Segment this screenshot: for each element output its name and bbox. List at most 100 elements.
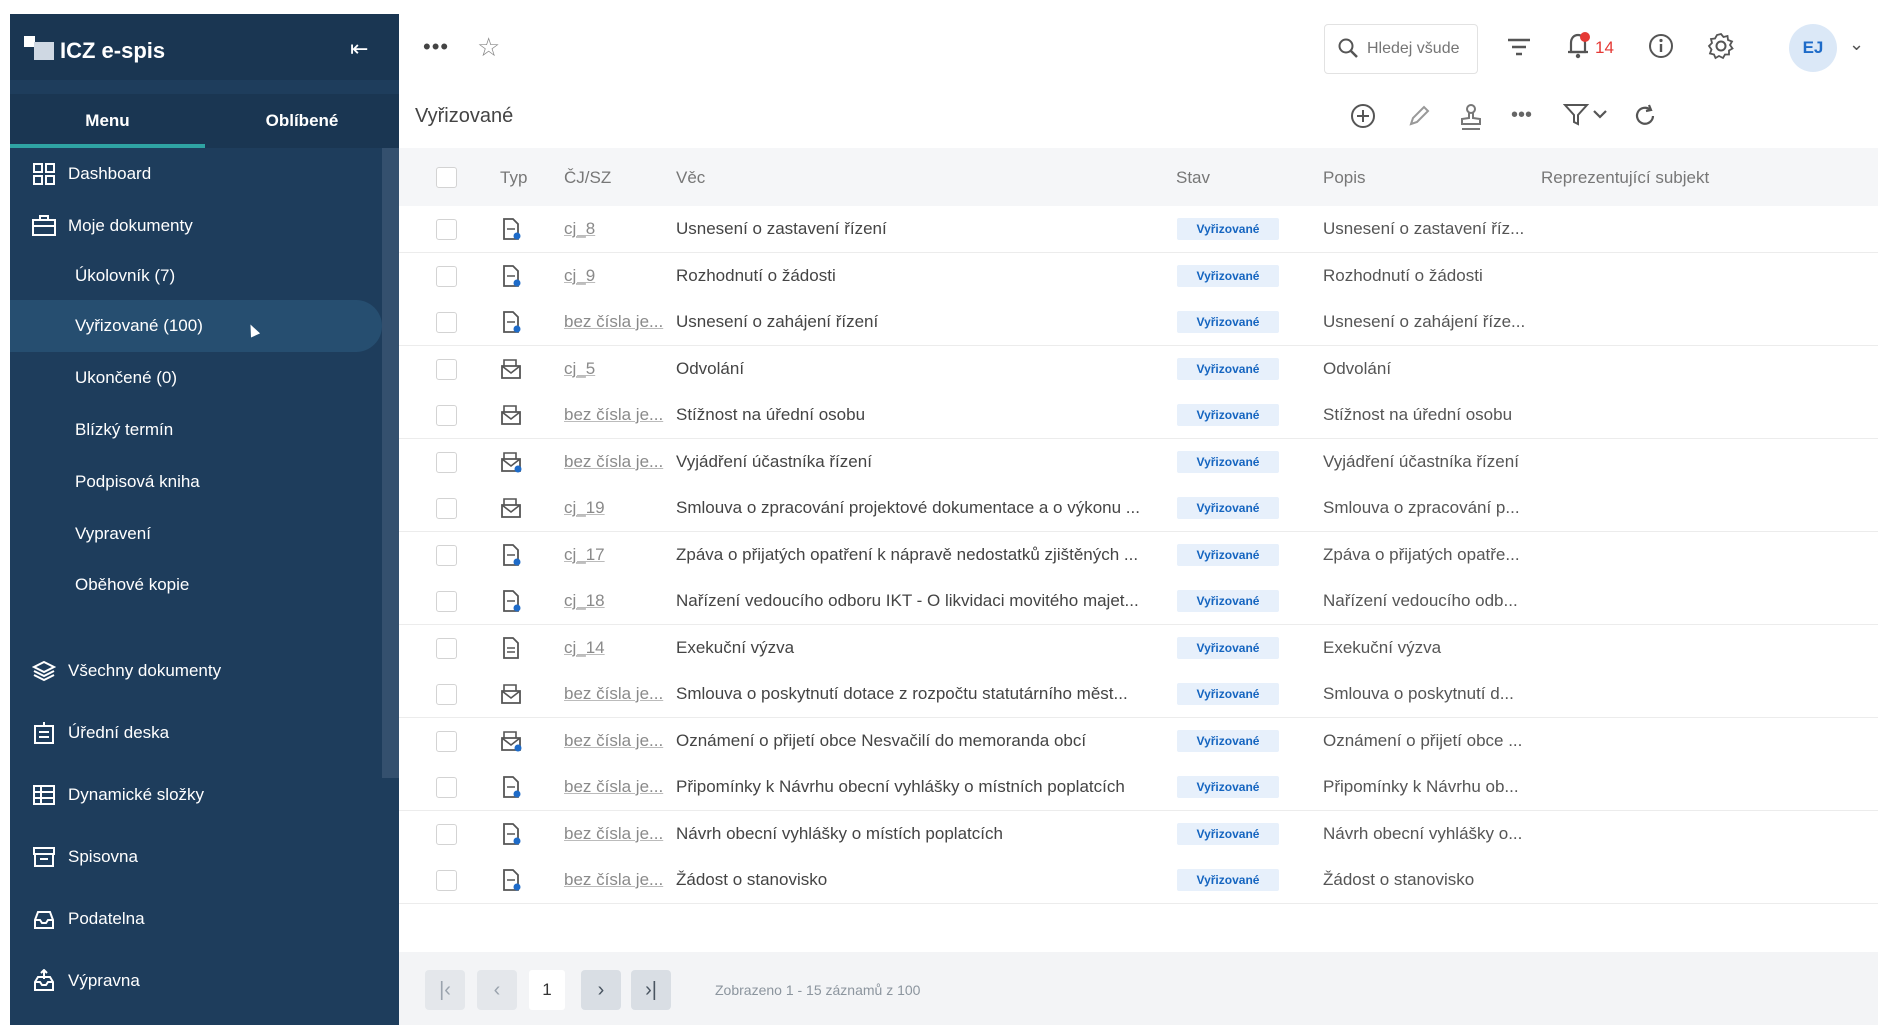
star-icon[interactable]: ☆ [477, 32, 500, 63]
sidebar-item-vypraveni[interactable]: Vypravení [10, 508, 382, 560]
cj-link[interactable]: cj_8 [564, 219, 595, 239]
table-row[interactable]: cj_18 Nařízení vedoucího odboru IKT - O l… [399, 578, 1878, 625]
cj-link[interactable]: bez čísla je... [564, 312, 663, 332]
status-badge: Vyřizované [1177, 869, 1279, 891]
next-page-button[interactable]: › [581, 970, 621, 1010]
cj-link[interactable]: bez čísla je... [564, 405, 663, 425]
table-row[interactable]: cj_5 Odvolání Vyřizované Odvolání [399, 345, 1878, 393]
table-row[interactable]: bez čísla je... Stížnost na úřední osobu V… [399, 392, 1878, 439]
sidebar-item-podatelna[interactable]: Podatelna [10, 893, 382, 945]
row-checkbox[interactable] [436, 544, 457, 566]
cj-link[interactable]: bez čísla je... [564, 870, 663, 890]
cj-link[interactable]: bez čísla je... [564, 777, 663, 797]
status-badge: Vyřizované [1177, 497, 1279, 519]
tab-favorites[interactable]: Oblíbené [205, 94, 399, 148]
cj-link[interactable]: bez čísla je... [564, 684, 663, 704]
cj-link[interactable]: cj_18 [564, 591, 605, 611]
briefcase-icon [30, 212, 58, 240]
cj-link[interactable]: cj_9 [564, 266, 595, 286]
column-header-popis[interactable]: Popis [1323, 168, 1366, 188]
sidebar-item-ukoncene[interactable]: Ukončené (0) [10, 352, 382, 404]
gear-icon[interactable] [1707, 32, 1735, 65]
edit-pencil-icon[interactable] [1405, 102, 1433, 135]
row-checkbox[interactable] [436, 684, 457, 705]
cj-link[interactable]: bez čísla je... [564, 731, 663, 751]
sidebar-scrollbar[interactable] [382, 148, 399, 778]
sidebar-item-ukolovnik[interactable]: Úkolovník (7) [10, 250, 382, 302]
sidebar-item-dashboard[interactable]: Dashboard [10, 148, 382, 200]
popis-cell: Žádost o stanovisko [1323, 870, 1475, 889]
tab-menu[interactable]: Menu [10, 94, 205, 148]
cj-link[interactable]: cj_14 [564, 638, 605, 658]
sidebar-item-moje-dokumenty[interactable]: Moje dokumenty [10, 200, 382, 252]
sidebar-item-blizky-termin[interactable]: Blízký termín [10, 404, 382, 456]
table-row[interactable]: bez čísla je... Oznámení o přijetí obce N… [399, 717, 1878, 765]
row-checkbox[interactable] [436, 730, 457, 752]
select-all-checkbox[interactable] [436, 167, 457, 188]
table-row[interactable]: cj_8 Usnesení o zastavení řízení Vyřizovan… [399, 206, 1878, 253]
cj-link[interactable]: cj_19 [564, 498, 605, 518]
sidebar-item-uredni-deska[interactable]: Úřední deska [10, 707, 382, 759]
sidebar-item-spisovna[interactable]: Spisovna [10, 831, 382, 883]
cj-link[interactable]: bez čísla je... [564, 452, 663, 472]
filter-icon[interactable] [1562, 102, 1611, 133]
cj-link[interactable]: bez čísla je... [564, 824, 663, 844]
sidebar-item-label: Ukončené (0) [75, 368, 178, 387]
last-page-button[interactable]: ›| [631, 970, 671, 1010]
cj-link[interactable]: cj_17 [564, 545, 605, 565]
first-page-button[interactable]: |‹ [425, 970, 465, 1010]
column-header-typ[interactable]: Typ [500, 168, 527, 188]
row-checkbox[interactable] [436, 498, 457, 519]
table-row[interactable]: bez čísla je... Návrh obecní vyhlášky o m… [399, 810, 1878, 858]
row-checkbox[interactable] [436, 823, 457, 845]
row-checkbox[interactable] [436, 777, 457, 798]
more-actions-icon[interactable]: ••• [1511, 104, 1532, 127]
more-icon[interactable]: ••• [423, 34, 449, 60]
chevron-down-icon[interactable]: ⌄ [1849, 34, 1864, 55]
table-row[interactable]: bez čísla je... Vyjádření účastníka řízen… [399, 438, 1878, 486]
table-row[interactable]: bez čísla je... Připomínky k Návrhu obecn… [399, 764, 1878, 811]
table-row[interactable]: cj_19 Smlouva o zpracování projektové dok… [399, 485, 1878, 532]
document-icon [500, 264, 522, 288]
row-checkbox[interactable] [436, 358, 457, 380]
notification-bell-icon[interactable] [1564, 30, 1592, 65]
info-icon[interactable] [1647, 32, 1675, 65]
table-row[interactable]: cj_17 Zpáva o přijatých opatření k náprav… [399, 531, 1878, 579]
envelope-document-icon [500, 403, 522, 427]
prev-page-button[interactable]: ‹ [477, 970, 517, 1010]
add-circle-icon[interactable] [1349, 102, 1377, 135]
column-header-subjekt[interactable]: Reprezentující subjekt [1541, 168, 1709, 188]
sidebar-item-vyrizovane[interactable]: Vyřizované (100) [10, 300, 382, 352]
row-checkbox[interactable] [436, 265, 457, 287]
stamp-icon[interactable] [1457, 102, 1485, 137]
row-checkbox[interactable] [436, 591, 457, 612]
row-checkbox[interactable] [436, 219, 457, 240]
vec-cell: Oznámení o přijetí obce Nesvačilí do mem… [676, 730, 1087, 750]
sidebar-item-dynamicke-slozky[interactable]: Dynamické složky [10, 769, 382, 821]
column-header-cj[interactable]: ČJ/SZ [564, 168, 611, 188]
cj-link[interactable]: cj_5 [564, 359, 595, 379]
global-search[interactable] [1324, 24, 1478, 74]
table-row[interactable]: bez čísla je... Usnesení o zahájení řízen… [399, 299, 1878, 346]
table-row[interactable]: bez čísla je... Smlouva o poskytnutí dota… [399, 671, 1878, 718]
sort-filter-icon[interactable] [1506, 36, 1532, 63]
avatar[interactable]: EJ [1789, 24, 1837, 72]
sidebar-item-podpisova-kniha[interactable]: Podpisová kniha [10, 456, 382, 508]
row-checkbox[interactable] [436, 312, 457, 333]
table-row[interactable]: cj_14 Exekuční výzva Vyřizované Exekuční vý… [399, 624, 1878, 672]
row-checkbox[interactable] [436, 451, 457, 473]
row-checkbox[interactable] [436, 637, 457, 659]
collapse-sidebar-icon[interactable]: ⇤ [350, 36, 368, 62]
column-header-vec[interactable]: Věc [676, 168, 705, 188]
column-header-stav[interactable]: Stav [1176, 168, 1210, 188]
sidebar-item-vypravna[interactable]: Výpravna [10, 955, 382, 1007]
current-page[interactable]: 1 [529, 970, 565, 1010]
table-row[interactable]: bez čísla je... Žádost o stanovisko Vyřizo… [399, 857, 1878, 904]
refresh-icon[interactable] [1631, 102, 1659, 135]
table-row[interactable]: cj_9 Rozhodnutí o žádosti Vyřizované Rozhod… [399, 252, 1878, 300]
search-input[interactable] [1365, 35, 1474, 63]
row-checkbox[interactable] [436, 870, 457, 891]
row-checkbox[interactable] [436, 405, 457, 426]
sidebar-item-obehove-kopie[interactable]: Oběhové kopie [10, 559, 382, 611]
sidebar-item-vsechny-dokumenty[interactable]: Všechny dokumenty [10, 645, 382, 697]
